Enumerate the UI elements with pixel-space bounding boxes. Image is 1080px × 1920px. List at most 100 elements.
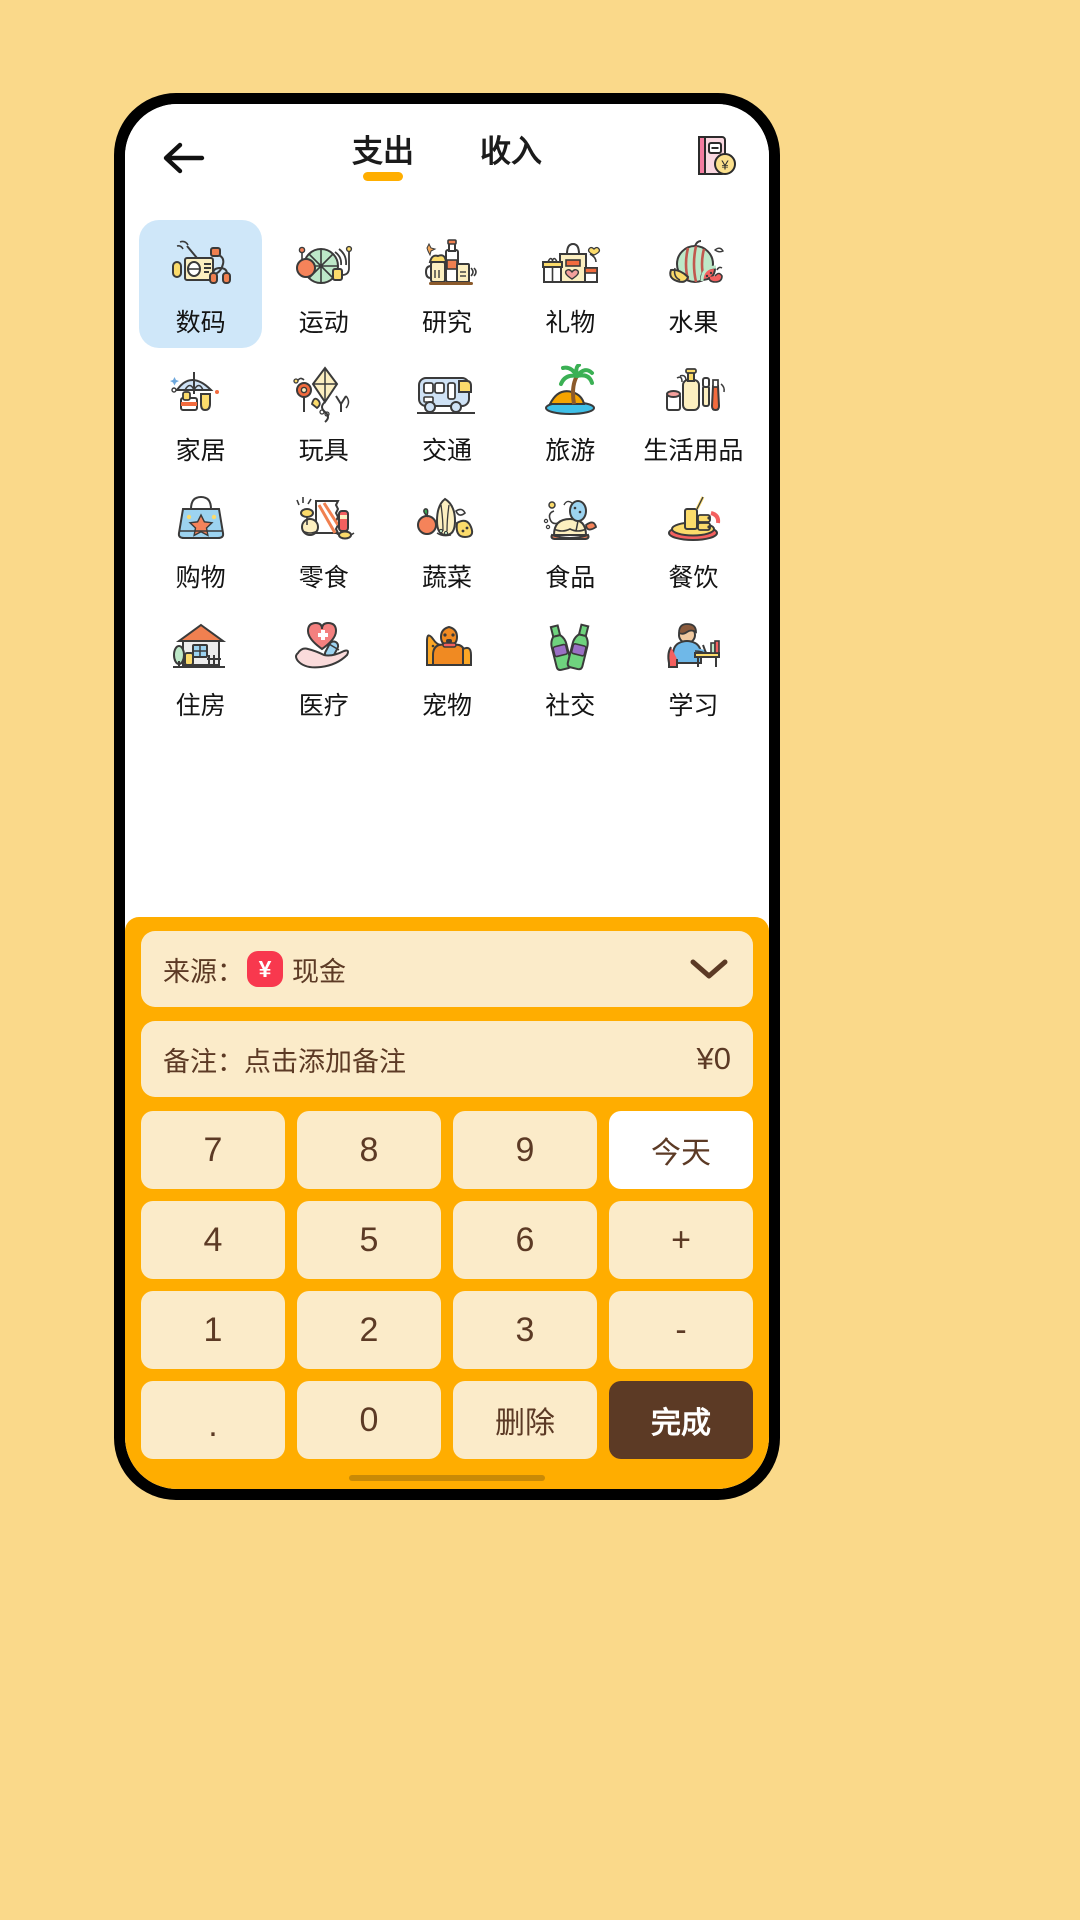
category-item-sports[interactable]: 运动 bbox=[262, 220, 385, 348]
shopping-bag-icon bbox=[162, 485, 240, 557]
category-grid: 数码 运动 研究 礼物 水果 家居 玩具 交通 旅游 生活用品 购物 零食 蔬菜… bbox=[125, 212, 769, 744]
student-desk-study-icon bbox=[654, 613, 732, 685]
category-item-fruit[interactable]: 水果 bbox=[632, 220, 755, 348]
svg-text:¥: ¥ bbox=[720, 157, 729, 172]
category-label: 礼物 bbox=[545, 309, 596, 337]
category-label: 住房 bbox=[175, 691, 226, 720]
drink-meal-icon bbox=[654, 485, 732, 557]
snack-pack-icon bbox=[285, 485, 363, 557]
category-item-digital[interactable]: 数码 bbox=[139, 220, 263, 348]
category-row: 购物 零食 蔬菜 食品 餐饮 bbox=[139, 475, 755, 603]
key-1[interactable]: 1 bbox=[141, 1291, 285, 1369]
kite-toy-icon bbox=[285, 358, 363, 430]
category-item-daily-goods[interactable]: 生活用品 bbox=[632, 348, 755, 476]
category-label: 社交 bbox=[545, 691, 596, 720]
category-item-housing[interactable]: 住房 bbox=[139, 603, 262, 731]
amount-display: ¥0 bbox=[696, 1041, 731, 1076]
category-item-social[interactable]: 社交 bbox=[509, 603, 632, 731]
category-item-study[interactable]: 学习 bbox=[632, 603, 755, 731]
arrow-left-icon bbox=[162, 141, 206, 175]
category-item-pet[interactable]: 宠物 bbox=[385, 603, 508, 731]
key-6[interactable]: 6 bbox=[453, 1201, 597, 1279]
category-item-gift[interactable]: 礼物 bbox=[509, 220, 632, 348]
category-label: 旅游 bbox=[545, 436, 596, 465]
category-label: 数码 bbox=[175, 309, 226, 337]
category-item-medical[interactable]: 医疗 bbox=[262, 603, 385, 731]
toiletries-icon bbox=[654, 358, 732, 430]
category-label: 交通 bbox=[422, 436, 473, 465]
category-item-dining[interactable]: 餐饮 bbox=[632, 475, 755, 603]
bus-transport-icon bbox=[408, 358, 486, 430]
watermelon-fruit-icon bbox=[654, 230, 732, 302]
ledger-book-button[interactable]: ¥ bbox=[689, 132, 741, 184]
key-7[interactable]: 7 bbox=[141, 1111, 285, 1189]
dog-cat-pet-icon bbox=[408, 613, 486, 685]
key-today[interactable]: 今天 bbox=[609, 1111, 753, 1189]
chevron-down-icon[interactable] bbox=[687, 956, 731, 982]
phone-screen: 支出 收入 ¥ 数码 运动 研究 礼物 水果 家居 玩具 交通 旅游 生活用品 … bbox=[125, 104, 769, 1489]
note-field[interactable]: 备注： 点击添加备注 ¥0 bbox=[141, 1021, 753, 1097]
category-label: 玩具 bbox=[298, 436, 349, 465]
key-minus[interactable]: - bbox=[609, 1291, 753, 1369]
source-field[interactable]: 来源： ¥ 现金 bbox=[141, 931, 753, 1007]
category-item-home[interactable]: 家居 bbox=[139, 348, 262, 476]
umbrella-boots-icon bbox=[162, 358, 240, 430]
screenshot-root: 支出 收入 ¥ 数码 运动 研究 礼物 水果 家居 玩具 交通 旅游 生活用品 … bbox=[0, 0, 1080, 1920]
category-row: 数码 运动 研究 礼物 水果 bbox=[139, 220, 755, 348]
key-8[interactable]: 8 bbox=[297, 1111, 441, 1189]
key-4[interactable]: 4 bbox=[141, 1201, 285, 1279]
key-done[interactable]: 完成 bbox=[609, 1381, 753, 1459]
category-row: 住房 医疗 宠物 社交 学习 bbox=[139, 603, 755, 731]
category-label: 零食 bbox=[298, 564, 349, 592]
key-0[interactable]: 0 bbox=[297, 1381, 441, 1459]
category-item-food[interactable]: 食品 bbox=[509, 475, 632, 603]
phone-frame: 支出 收入 ¥ 数码 运动 研究 礼物 水果 家居 玩具 交通 旅游 生活用品 … bbox=[114, 93, 780, 1500]
category-label: 蔬菜 bbox=[422, 564, 473, 592]
ball-sports-icon bbox=[285, 230, 363, 302]
source-value: 现金 bbox=[292, 956, 346, 987]
key-delete[interactable]: 删除 bbox=[453, 1381, 597, 1459]
key-9[interactable]: 9 bbox=[453, 1111, 597, 1189]
category-item-transport[interactable]: 交通 bbox=[385, 348, 508, 476]
vegetables-icon bbox=[408, 485, 486, 557]
tab-income[interactable]: 收入 bbox=[480, 136, 542, 181]
tab-bar: 支出 收入 bbox=[125, 136, 769, 181]
category-label: 运动 bbox=[298, 309, 349, 337]
key-plus[interactable]: + bbox=[609, 1201, 753, 1279]
note-placeholder: 点击添加备注 bbox=[244, 1046, 406, 1077]
key-2[interactable]: 2 bbox=[297, 1291, 441, 1369]
category-item-travel[interactable]: 旅游 bbox=[509, 348, 632, 476]
heart-pill-hand-icon bbox=[285, 613, 363, 685]
category-label: 研究 bbox=[422, 309, 473, 337]
app-header: 支出 收入 ¥ bbox=[125, 104, 769, 212]
category-label: 食品 bbox=[545, 564, 596, 592]
category-label: 餐饮 bbox=[668, 564, 719, 592]
source-label: 来源： bbox=[163, 956, 244, 987]
radio-digital-icon bbox=[162, 230, 240, 302]
category-item-shopping[interactable]: 购物 bbox=[139, 475, 262, 603]
category-label: 生活用品 bbox=[643, 436, 744, 465]
palm-island-icon bbox=[531, 358, 609, 430]
category-item-research[interactable]: 研究 bbox=[385, 220, 508, 348]
category-label: 购物 bbox=[175, 564, 226, 592]
category-label: 医疗 bbox=[298, 691, 349, 720]
key-3[interactable]: 3 bbox=[453, 1291, 597, 1369]
key-5[interactable]: 5 bbox=[297, 1201, 441, 1279]
category-item-toys[interactable]: 玩具 bbox=[262, 348, 385, 476]
numeric-keypad: 7 8 9 今天 4 5 6 + 1 2 3 - . 0 删除 完成 bbox=[141, 1111, 753, 1467]
category-item-vegetables[interactable]: 蔬菜 bbox=[385, 475, 508, 603]
house-home-icon bbox=[162, 613, 240, 685]
category-label: 水果 bbox=[668, 309, 719, 337]
key-decimal[interactable]: . bbox=[141, 1381, 285, 1459]
back-button[interactable] bbox=[155, 129, 213, 187]
tab-expense[interactable]: 支出 bbox=[352, 136, 414, 181]
category-label: 宠物 bbox=[422, 691, 473, 720]
beer-bottles-social-icon bbox=[531, 613, 609, 685]
category-label: 学习 bbox=[668, 691, 719, 720]
home-indicator bbox=[141, 1467, 753, 1489]
category-item-snacks[interactable]: 零食 bbox=[262, 475, 385, 603]
bottles-research-icon bbox=[408, 230, 486, 302]
note-label: 备注： bbox=[163, 1046, 244, 1077]
tab-active-underline bbox=[363, 171, 403, 181]
entry-panel: 来源： ¥ 现金 备注： 点击添加备注 ¥0 7 8 9 今天 4 5 6 + … bbox=[125, 917, 769, 1489]
